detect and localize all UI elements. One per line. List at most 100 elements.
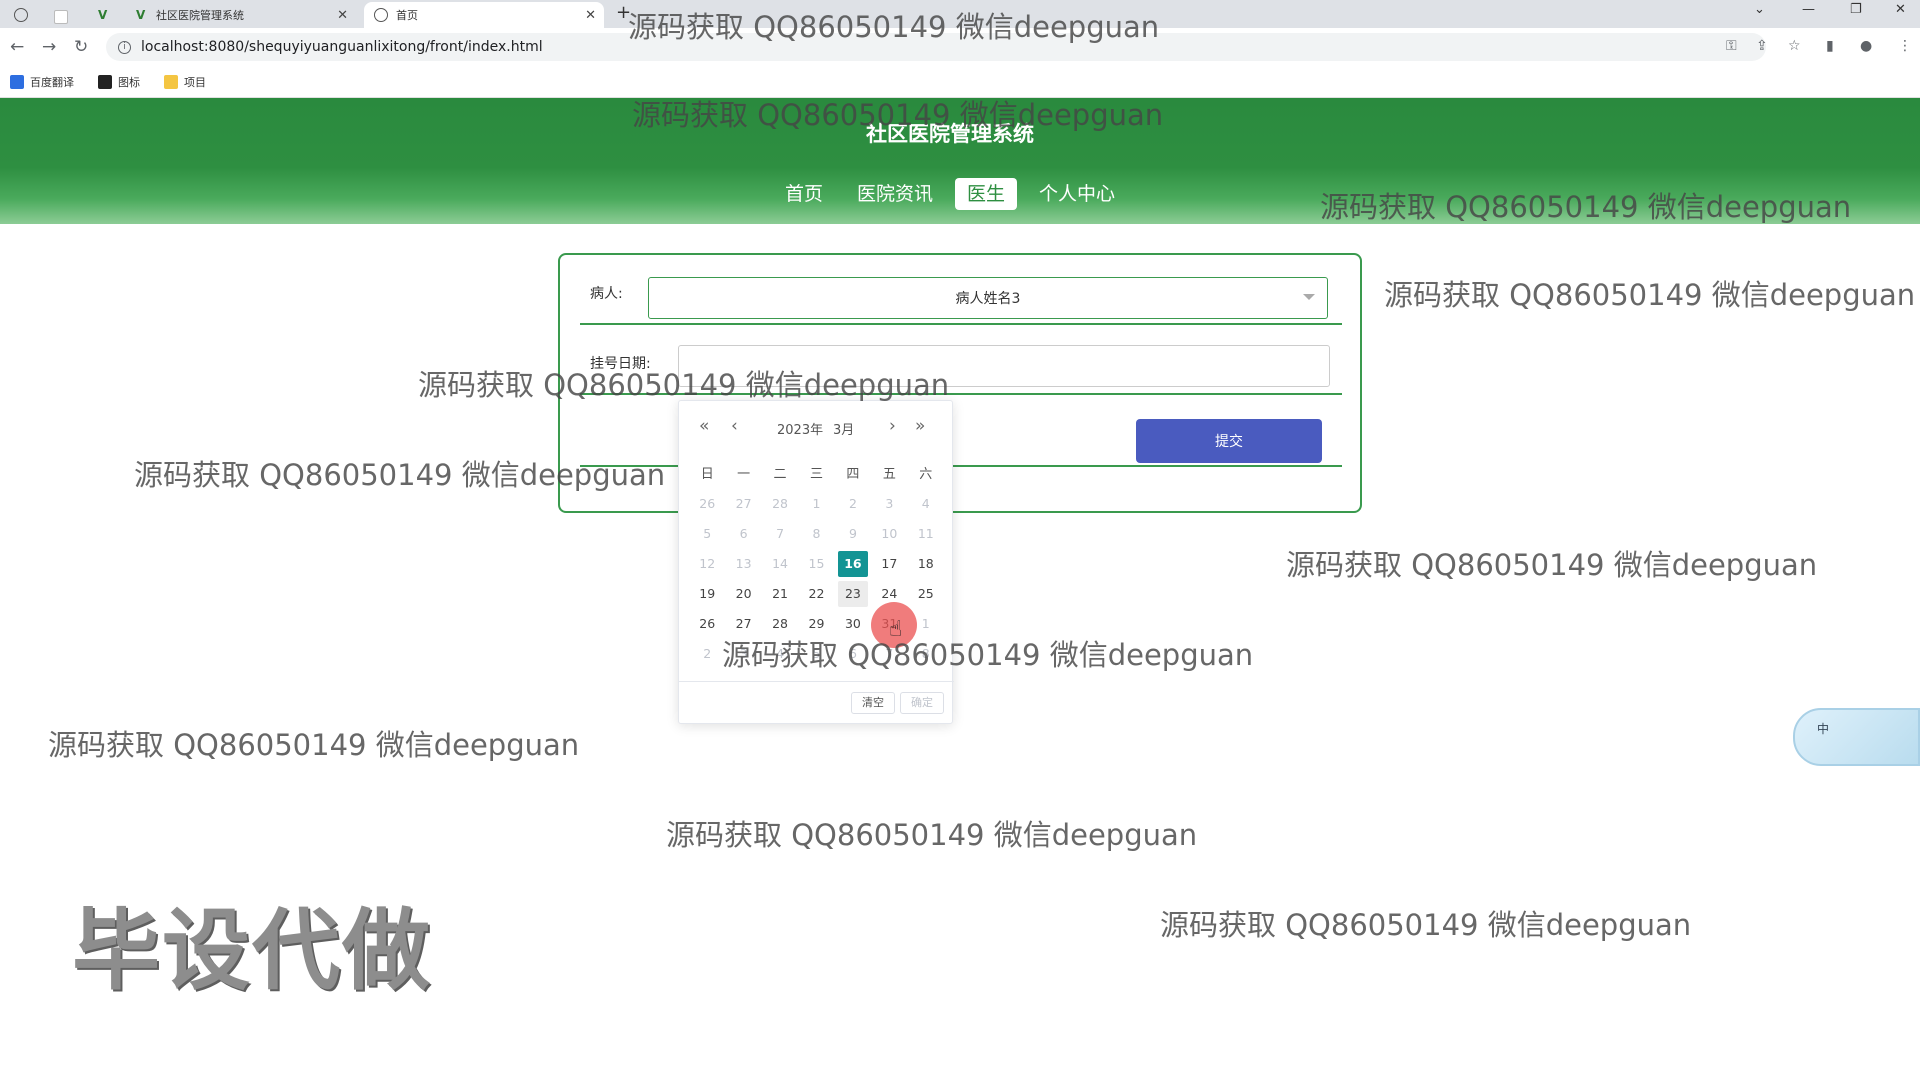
next-year-icon[interactable]: » (915, 417, 925, 435)
day-cell[interactable]: 27 (728, 611, 758, 637)
day-cell[interactable]: 29 (801, 611, 831, 637)
browser-tab[interactable] (2, 2, 40, 28)
profile-icon[interactable]: ● (1860, 38, 1872, 54)
weekday-label: 日 (700, 467, 714, 482)
weekday-label: 一 (737, 467, 751, 482)
new-tab-button[interactable]: + (616, 2, 631, 23)
bookmark-item[interactable]: 图标 (98, 74, 140, 90)
next-month-icon[interactable]: › (889, 417, 896, 435)
close-icon[interactable]: ✕ (337, 8, 348, 23)
prev-month-icon[interactable]: ‹ (731, 417, 738, 435)
share-icon[interactable]: ⇪ (1756, 38, 1768, 54)
browser-tab[interactable]: V (84, 2, 122, 28)
key-icon[interactable]: ⚿ (1726, 38, 1737, 54)
translate-icon (10, 75, 24, 89)
browser-tab[interactable]: V 社区医院管理系统 ✕ (126, 2, 356, 28)
day-cell[interactable]: 20 (728, 581, 758, 607)
day-cell[interactable]: 10 (874, 521, 904, 547)
day-cell[interactable]: 21 (765, 581, 795, 607)
close-icon[interactable]: ✕ (585, 8, 596, 23)
day-cell[interactable]: 1 (801, 491, 831, 517)
day-cell[interactable]: 28 (765, 491, 795, 517)
date-label: 挂号日期: (590, 356, 651, 372)
day-cell[interactable]: 23 (837, 581, 869, 607)
day-cell[interactable]: 8 (801, 521, 831, 547)
submit-button[interactable]: 提交 (1136, 419, 1322, 463)
watermark-large: 毕设代做 (72, 899, 433, 1002)
confirm-button[interactable]: 确定 (900, 692, 944, 714)
day-cell[interactable]: 30 (838, 611, 868, 637)
day-cell[interactable]: 9 (838, 521, 868, 547)
watermark: 源码获取 QQ86050149 微信deepguan (1286, 548, 1818, 582)
day-cell[interactable]: 26 (692, 611, 722, 637)
main-nav: 首页 医院资讯 医生 个人中心 (0, 178, 1900, 210)
picker-year[interactable]: 2023年 (777, 419, 823, 438)
day-cell[interactable]: 2 (692, 641, 722, 667)
day-cell[interactable]: 4 (911, 491, 941, 517)
reload-icon[interactable]: ↻ (74, 37, 88, 57)
day-cell[interactable]: 22 (801, 581, 831, 607)
day-cell[interactable]: 28 (765, 611, 795, 637)
day-cell[interactable]: 5 (692, 521, 722, 547)
chevron-down-icon[interactable]: ⌄ (1754, 2, 1765, 17)
day-cell[interactable]: 3 (728, 641, 758, 667)
browser-tab[interactable] (42, 2, 80, 28)
prev-year-icon[interactable]: « (699, 417, 709, 435)
date-input[interactable] (678, 345, 1330, 387)
nav-item-home[interactable]: 首页 (773, 178, 835, 210)
url-field[interactable]: i localhost:8080/shequyiyuanguanlixitong… (106, 33, 1766, 61)
browser-tab-active[interactable]: 首页 ✕ (364, 2, 604, 28)
weekday-label: 五 (882, 467, 896, 482)
day-cell[interactable]: 4 (765, 641, 795, 667)
day-cell[interactable]: 7 (765, 521, 795, 547)
day-cell[interactable]: 17 (874, 551, 904, 577)
day-cell[interactable]: 27 (728, 491, 758, 517)
day-cell[interactable]: 19 (692, 581, 722, 607)
back-icon[interactable]: ← (10, 37, 24, 57)
patient-value: 病人姓名3 (955, 291, 1021, 307)
day-cell[interactable]: 3 (874, 491, 904, 517)
tab-title: 首页 (396, 9, 418, 22)
star-icon[interactable]: ☆ (1788, 38, 1801, 54)
bookmark-item[interactable]: 项目 (164, 74, 206, 90)
picker-month[interactable]: 3月 (833, 419, 854, 438)
window-close-button[interactable]: ✕ (1895, 2, 1906, 17)
bookmark-item[interactable]: 百度翻译 (10, 74, 74, 90)
sidepanel-icon[interactable]: ▮ (1826, 38, 1834, 54)
day-cell[interactable]: 26 (692, 491, 722, 517)
weekday-header: 日一二三四五六 (689, 463, 944, 482)
browser-tab-bar: V V 社区医院管理系统 ✕ 首页 ✕ + ⌄ — ❐ ✕ (0, 0, 1920, 28)
bookmarks-bar: 百度翻译 图标 项目 (0, 66, 1920, 98)
nav-item-profile[interactable]: 个人中心 (1027, 178, 1127, 210)
day-cell[interactable]: 15 (801, 551, 831, 577)
date-picker: « ‹ 2023年 3月 › » 日一二三四五六 26 27 28 1 2 3 4 5 6 7 8 9… (678, 400, 954, 724)
clear-button[interactable]: 清空 (851, 692, 895, 714)
menu-icon[interactable]: ⋮ (1898, 38, 1912, 54)
watermark: 源码获取 QQ86050149 微信deepguan (48, 728, 580, 762)
globe-icon (14, 8, 28, 22)
restore-button[interactable]: ❐ (1850, 2, 1862, 17)
patient-select[interactable]: 病人姓名3 (648, 277, 1328, 319)
forward-icon[interactable]: → (42, 37, 56, 57)
nav-item-doctor[interactable]: 医生 (955, 178, 1018, 210)
nav-item-news[interactable]: 医院资讯 (845, 178, 945, 210)
bookmark-label: 图标 (118, 76, 140, 89)
day-cell[interactable]: 5 (801, 641, 831, 667)
minimize-button[interactable]: — (1802, 2, 1815, 17)
day-cell[interactable]: 18 (911, 551, 941, 577)
day-cell[interactable]: 12 (692, 551, 722, 577)
day-cell[interactable]: 13 (728, 551, 758, 577)
info-icon[interactable]: i (118, 40, 131, 54)
folder-icon (164, 75, 178, 89)
day-cell[interactable]: 8 (911, 641, 941, 667)
day-cell[interactable]: 6 (838, 641, 868, 667)
day-cell[interactable]: 14 (765, 551, 795, 577)
floating-widget[interactable]: 中 (1793, 708, 1920, 766)
day-cell[interactable]: 25 (911, 581, 941, 607)
day-cell[interactable]: 11 (911, 521, 941, 547)
date-picker-header: « ‹ 2023年 3月 › » (679, 417, 954, 438)
day-cell-today[interactable]: 16 (837, 551, 869, 577)
day-cell[interactable]: 2 (838, 491, 868, 517)
day-cell[interactable]: 6 (728, 521, 758, 547)
page-icon (54, 10, 68, 24)
